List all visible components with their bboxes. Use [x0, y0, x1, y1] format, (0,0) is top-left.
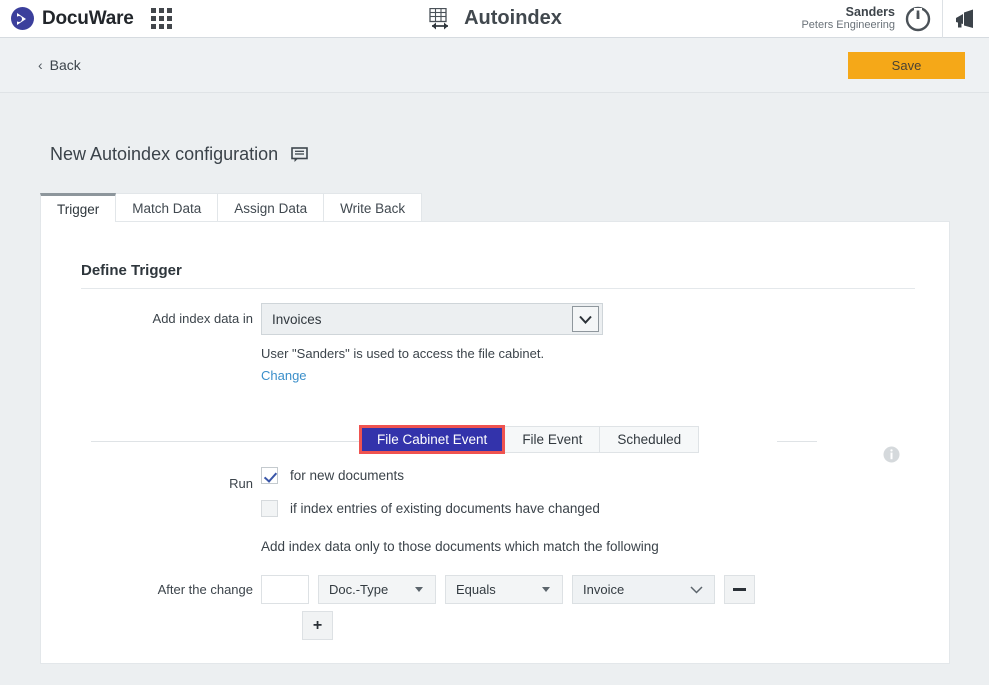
docuware-logo-icon	[11, 7, 34, 30]
checkbox-for-new-documents[interactable]	[261, 467, 278, 484]
plus-icon: +	[313, 617, 322, 635]
segment-scheduled-label: Scheduled	[617, 432, 681, 447]
condition-value-dropdown[interactable]: Invoice	[572, 575, 715, 604]
comment-icon[interactable]	[291, 147, 308, 163]
label-run: Run	[101, 476, 253, 491]
section-divider	[81, 288, 915, 289]
megaphone-button[interactable]	[943, 0, 989, 38]
minus-icon	[733, 588, 746, 591]
checkbox-index-entries-changed[interactable]	[261, 500, 278, 517]
tab-trigger-label: Trigger	[57, 202, 99, 217]
label-add-index-data-in: Add index data in	[101, 311, 253, 326]
tab-match-data[interactable]: Match Data	[115, 193, 218, 222]
segment-file-event[interactable]: File Event	[504, 426, 600, 453]
file-cabinet-select[interactable]: Invoices	[261, 303, 603, 335]
segment-file-event-label: File Event	[522, 432, 582, 447]
segment-rule-right	[777, 441, 817, 442]
segment-scheduled[interactable]: Scheduled	[599, 426, 699, 453]
condition-operator-dropdown[interactable]: Equals	[445, 575, 563, 604]
add-condition-button[interactable]: +	[302, 611, 333, 640]
condition-row: Doc.-Type Equals Invoice	[261, 575, 755, 604]
brand-name: DocuWare	[42, 8, 134, 30]
chevron-down-icon	[690, 582, 703, 597]
action-bar: ‹ Back Save	[0, 38, 989, 93]
info-icon[interactable]	[883, 446, 900, 463]
brand[interactable]: DocuWare	[11, 7, 134, 30]
tab-assign-data[interactable]: Assign Data	[217, 193, 324, 222]
segment-file-cabinet-event[interactable]: File Cabinet Event	[359, 425, 505, 454]
page-title-row: New Autoindex configuration	[50, 144, 308, 165]
caret-down-icon	[542, 587, 550, 592]
condition-operator-value: Equals	[446, 582, 542, 597]
save-button[interactable]: Save	[848, 52, 965, 79]
file-cabinet-select-value: Invoices	[262, 312, 572, 327]
top-header-bar: DocuWare Autoindex Sanders Peters Engine…	[0, 0, 989, 38]
section-title-define-trigger: Define Trigger	[81, 262, 182, 279]
condition-field-dropdown[interactable]: Doc.-Type	[318, 575, 436, 604]
tab-bar: Trigger Match Data Assign Data Write Bac…	[40, 193, 421, 222]
segment-file-cabinet-event-label: File Cabinet Event	[377, 432, 487, 447]
condition-prefix-input[interactable]	[261, 575, 309, 604]
back-button[interactable]: ‹ Back	[38, 57, 81, 73]
tab-write-back-label: Write Back	[340, 201, 405, 216]
label-after-the-change: After the change	[101, 582, 253, 597]
checkbox-index-entries-changed-label: if index entries of existing documents h…	[290, 501, 600, 516]
app-title: Autoindex	[464, 7, 562, 30]
chevron-left-icon: ‹	[38, 58, 43, 72]
condition-value-text: Invoice	[573, 582, 690, 597]
match-condition-note: Add index data only to those documents w…	[261, 539, 659, 554]
save-button-label: Save	[892, 58, 922, 73]
checkbox-for-new-documents-label: for new documents	[290, 468, 404, 483]
tab-assign-data-label: Assign Data	[234, 201, 307, 216]
trigger-panel: Define Trigger Add index data in Invoice…	[40, 221, 950, 664]
megaphone-icon	[954, 9, 978, 29]
condition-field-value: Doc.-Type	[319, 582, 415, 597]
page-title: New Autoindex configuration	[50, 144, 278, 165]
segment-rule-left	[91, 441, 359, 442]
checkbox-row-new-documents: for new documents	[261, 467, 404, 484]
back-button-label: Back	[50, 57, 81, 73]
tab-trigger[interactable]: Trigger	[40, 193, 116, 222]
change-user-link[interactable]: Change	[261, 368, 307, 383]
header-right-group: Sanders Peters Engineering	[801, 0, 989, 38]
chevron-down-icon	[572, 306, 599, 332]
caret-down-icon	[415, 587, 423, 592]
trigger-type-segmented-control: File Cabinet Event File Event Scheduled	[359, 426, 699, 454]
autoindex-icon	[427, 8, 453, 30]
tab-match-data-label: Match Data	[132, 201, 201, 216]
user-name: Sanders	[801, 5, 895, 19]
app-grid-icon[interactable]	[151, 8, 172, 29]
file-cabinet-user-note: User "Sanders" is used to access the fil…	[261, 346, 544, 361]
remove-condition-button[interactable]	[724, 575, 755, 604]
power-icon[interactable]	[904, 5, 932, 33]
user-info[interactable]: Sanders Peters Engineering	[801, 5, 904, 32]
tab-write-back[interactable]: Write Back	[323, 193, 422, 222]
checkbox-row-index-changed: if index entries of existing documents h…	[261, 500, 600, 517]
user-organization: Peters Engineering	[801, 19, 895, 32]
